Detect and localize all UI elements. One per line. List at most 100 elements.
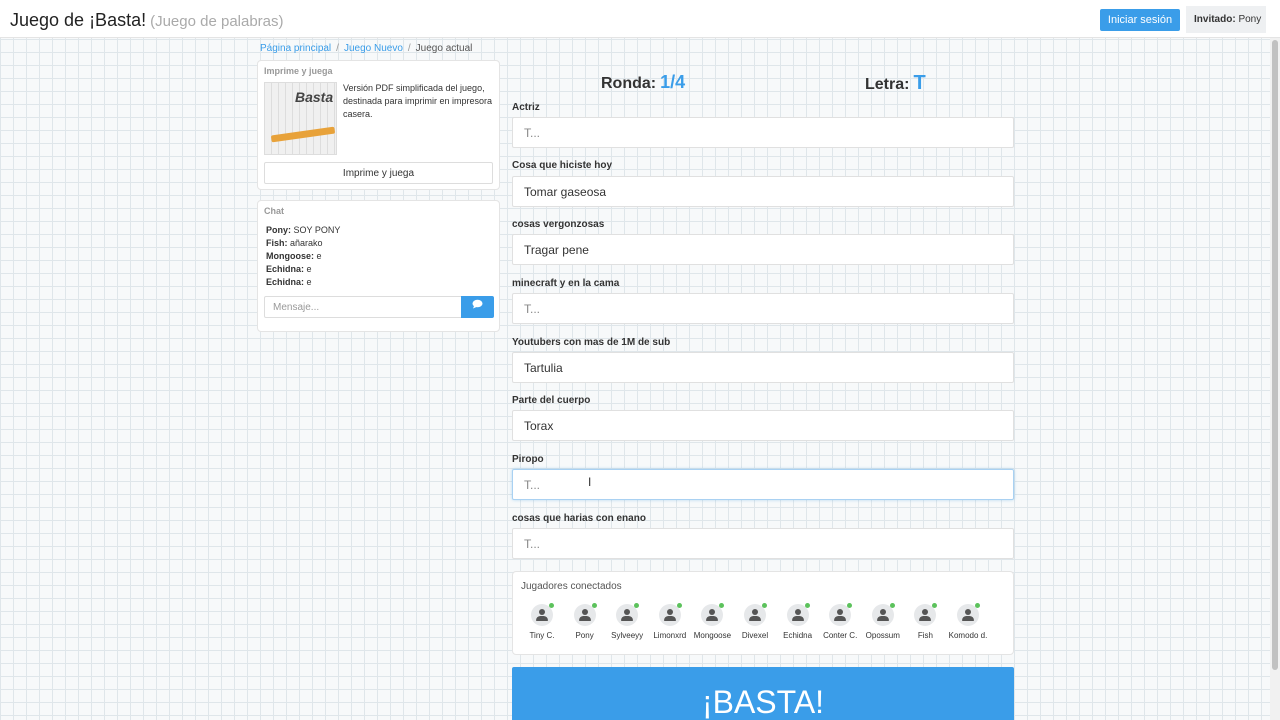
user-avatar-icon xyxy=(658,603,682,626)
chat-text: añarako xyxy=(290,238,323,248)
field-label-cosa-hoy: Cosa que hiciste hoy xyxy=(512,160,613,171)
print-panel: Imprime y juega Basta Versión PDF simpli… xyxy=(257,60,500,190)
avatar-head xyxy=(624,609,631,615)
app-subtitle: (Juego de palabras) xyxy=(150,13,284,30)
avatar-head xyxy=(581,609,588,615)
field-label-enano: cosas que harias con enano xyxy=(512,513,646,524)
breadcrumb-separator: / xyxy=(407,43,411,54)
comment-icon xyxy=(472,299,483,309)
round-indicator: Ronda: 1/4 xyxy=(601,72,685,93)
player-name: Conter C. xyxy=(823,631,858,640)
avatar-head xyxy=(794,609,801,615)
avatar-body xyxy=(578,616,591,621)
basta-button[interactable]: ¡BASTA! xyxy=(512,667,1014,720)
field-input-actriz[interactable] xyxy=(512,117,1014,148)
field-input-youtubers[interactable] xyxy=(512,352,1014,383)
online-status-dot xyxy=(549,603,554,608)
player-item: Fish xyxy=(903,603,947,640)
online-status-dot xyxy=(804,603,810,608)
online-status-dot xyxy=(932,603,938,608)
player-name: Echidna xyxy=(783,631,813,640)
field-label-parte-cuerpo: Parte del cuerpo xyxy=(512,395,591,406)
login-button[interactable]: Iniciar sesión xyxy=(1100,9,1180,31)
avatar-body xyxy=(536,616,548,621)
player-name: Limonxrd xyxy=(653,631,687,640)
round-label: Ronda: xyxy=(601,75,657,92)
user-avatar-icon xyxy=(701,603,725,626)
avatar-head xyxy=(922,609,929,615)
print-thumbnail-logo: Basta xyxy=(295,89,334,105)
avatar-head xyxy=(666,609,673,615)
chat-message: Echidna: e xyxy=(266,276,340,289)
chat-text: e xyxy=(316,251,322,261)
player-name: Pony xyxy=(575,631,594,640)
chat-user: Mongoose: xyxy=(266,251,314,261)
players-panel: Jugadores conectados Tiny C. Pony Sylveeyy… xyxy=(512,571,1014,655)
field-label-actriz: Actriz xyxy=(512,102,540,113)
user-avatar-icon xyxy=(871,603,895,626)
field-input-minecraft[interactable] xyxy=(512,293,1014,324)
avatar-head xyxy=(709,609,716,615)
online-status-dot xyxy=(591,603,597,608)
letter-indicator: Letra: T xyxy=(865,72,926,95)
breadcrumb-separator: / xyxy=(336,43,339,54)
online-status-dot xyxy=(975,603,980,608)
avatar-body xyxy=(663,616,676,621)
user-avatar-icon xyxy=(531,603,554,626)
avatar-head xyxy=(965,609,971,615)
player-name: Tiny C. xyxy=(529,631,555,640)
breadcrumb-new-game-link[interactable]: Juego Nuevo xyxy=(344,43,403,54)
online-status-dot xyxy=(719,603,725,608)
online-status-dot xyxy=(847,603,853,608)
round-value: 1/4 xyxy=(660,72,686,92)
print-panel-title: Imprime y juega xyxy=(264,66,333,76)
players-title: Jugadores conectados xyxy=(521,581,622,592)
player-item: Pony xyxy=(563,603,607,640)
online-status-dot xyxy=(889,603,895,608)
scrollbar[interactable] xyxy=(1270,38,1280,720)
guest-label: Invitado: xyxy=(1194,14,1236,25)
user-avatar-icon xyxy=(786,603,810,626)
chat-message: Fish: añarako xyxy=(266,237,340,250)
avatar-body xyxy=(876,616,889,621)
player-item: Divexel xyxy=(733,603,777,640)
breadcrumb-current: Juego actual xyxy=(415,43,473,54)
print-button[interactable]: Imprime y juega xyxy=(264,162,493,184)
player-item: Sylveeyy xyxy=(605,603,649,640)
field-input-parte-cuerpo[interactable] xyxy=(512,410,1014,441)
letter-value: T xyxy=(913,72,926,94)
guest-name: Pony xyxy=(1238,14,1262,25)
top-navbar: Juego de ¡Basta! (Juego de palabras) Inic… xyxy=(0,0,1280,38)
player-name: Mongoose xyxy=(693,631,732,640)
field-label-piropo: Piropo xyxy=(512,454,544,465)
chat-text: e xyxy=(306,264,312,274)
text-cursor-icon: I xyxy=(588,475,592,489)
chat-message: Pony: SOY PONY xyxy=(266,224,340,237)
chat-send-button[interactable] xyxy=(461,296,494,318)
scrollbar-thumb[interactable] xyxy=(1272,40,1278,670)
avatar-body xyxy=(834,616,847,621)
player-name: Komodo d. xyxy=(948,631,988,640)
print-thumbnail: Basta xyxy=(264,82,337,155)
player-name: Sylveeyy xyxy=(611,631,644,640)
field-input-enano[interactable] xyxy=(512,528,1014,559)
field-label-vergonzosas: cosas vergonzosas xyxy=(512,219,605,230)
chat-message: Echidna: e xyxy=(266,263,340,276)
app-title[interactable]: Juego de ¡Basta! (Juego de palabras) xyxy=(10,10,284,31)
avatar-head xyxy=(539,609,545,615)
user-avatar-icon xyxy=(914,603,938,626)
player-item: Limonxrd xyxy=(648,603,692,640)
player-item: Tiny C. xyxy=(520,603,564,640)
chat-messages: Pony: SOY PONY Fish: añarako Mongoose: e… xyxy=(266,224,340,289)
user-avatar-icon xyxy=(616,603,640,626)
breadcrumb-home-link[interactable]: Página principal xyxy=(260,43,331,54)
breadcrumb: Página principal / Juego Nuevo / Juego actua… xyxy=(260,43,472,54)
field-input-vergonzosas[interactable] xyxy=(512,234,1014,265)
guest-badge: Invitado: Pony xyxy=(1186,6,1266,33)
chat-user: Echidna: xyxy=(266,277,305,287)
player-item: Komodo d. xyxy=(946,603,990,640)
chat-message-input[interactable] xyxy=(264,296,462,318)
avatar-head xyxy=(837,609,844,615)
field-input-cosa-hoy[interactable] xyxy=(512,176,1014,207)
user-avatar-icon xyxy=(829,603,853,626)
